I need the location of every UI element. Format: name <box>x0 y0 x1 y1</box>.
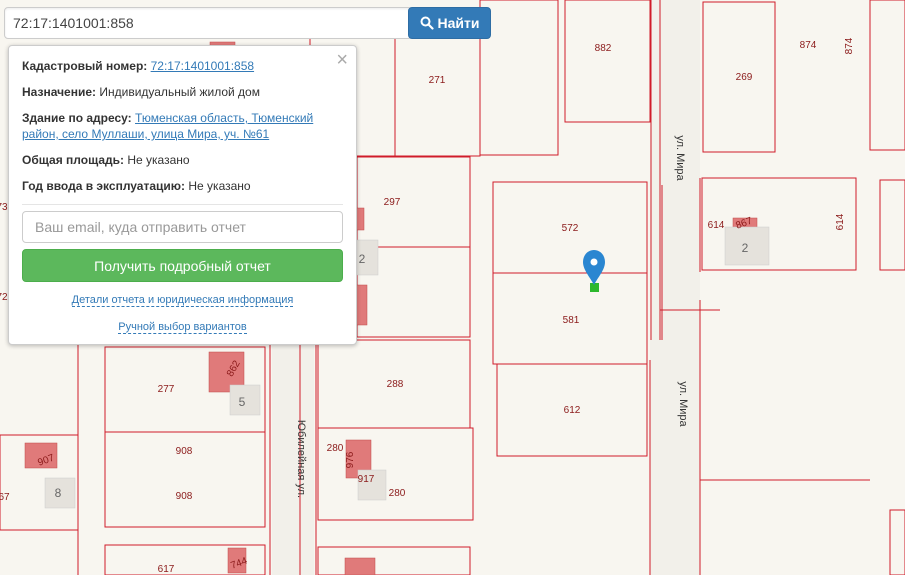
plot-number-label: 572 <box>562 223 579 234</box>
search-button-label: Найти <box>437 15 480 31</box>
search-icon <box>420 16 434 30</box>
plot-number-label: 917 <box>358 474 375 485</box>
plot-number-label: 280 <box>327 443 344 454</box>
plot-number-label: 297 <box>384 197 401 208</box>
plot-number-label: 614 <box>835 213 846 230</box>
street-name-label: ул. Мира <box>674 135 686 181</box>
plot-number-label: 72 <box>0 292 8 303</box>
plot-number-label: 614 <box>708 220 725 231</box>
street-name-label: ул. Мира <box>677 381 689 427</box>
house-number-label: 2 <box>742 241 749 255</box>
email-field[interactable] <box>22 211 343 243</box>
plot-number-label: 976 <box>345 451 356 468</box>
address-label: Здание по адресу: <box>22 111 132 125</box>
cadastral-label: Кадастровый номер: <box>22 59 148 73</box>
plot-number-label: 908 <box>176 446 193 457</box>
house-number-label: 5 <box>239 395 246 409</box>
purpose-label: Назначение: <box>22 85 97 99</box>
year-value: Не указано <box>188 179 251 193</box>
object-info-panel: × Кадастровый номер: 72:17:1401001:858 Н… <box>8 45 357 345</box>
plot-number-label: 874 <box>800 40 817 51</box>
plot-number-label: 271 <box>429 75 446 86</box>
year-label: Год ввода в эксплуатацию: <box>22 179 186 193</box>
plot-number-label: 73 <box>0 202 8 213</box>
get-report-button[interactable]: Получить подробный отчет <box>22 249 343 282</box>
address-row: Здание по адресу: Тюменская область, Тюм… <box>22 110 343 142</box>
house-number-label: 8 <box>55 486 62 500</box>
close-icon[interactable]: × <box>336 50 348 70</box>
house-number-label: 2 <box>359 252 366 266</box>
plot-number-label: 67 <box>0 492 10 503</box>
plot-number-label: 882 <box>595 43 612 54</box>
plot-number-label: 288 <box>387 379 404 390</box>
area-row: Общая площадь: Не указано <box>22 152 343 168</box>
plot-number-label: 581 <box>563 315 580 326</box>
report-details-link[interactable]: Детали отчета и юридическая информация <box>71 294 294 307</box>
plot-number-label: 612 <box>564 405 581 416</box>
plot-number-label: 280 <box>389 488 406 499</box>
cadastral-row: Кадастровый номер: 72:17:1401001:858 <box>22 58 343 74</box>
plot-number-label: 269 <box>736 72 753 83</box>
cadastral-number-link[interactable]: 72:17:1401001:858 <box>151 59 254 73</box>
year-row: Год ввода в эксплуатацию: Не указано <box>22 178 343 194</box>
area-value: Не указано <box>127 153 190 167</box>
plot-number-label: 874 <box>844 37 855 54</box>
purpose-row: Назначение: Индивидуальный жилой дом <box>22 84 343 100</box>
street-name-label: Юбилейная ул. <box>295 420 307 498</box>
divider <box>22 204 343 205</box>
search-button[interactable]: Найти <box>408 7 491 39</box>
plot-number-label: 908 <box>176 491 193 502</box>
plot-number-label: 277 <box>158 384 175 395</box>
area-label: Общая площадь: <box>22 153 125 167</box>
purpose-value: Индивидуальный жилой дом <box>99 85 260 99</box>
plot-number-label: 617 <box>158 564 175 575</box>
search-input[interactable] <box>4 7 412 39</box>
manual-selection-link[interactable]: Ручной выбор вариантов <box>118 321 247 334</box>
